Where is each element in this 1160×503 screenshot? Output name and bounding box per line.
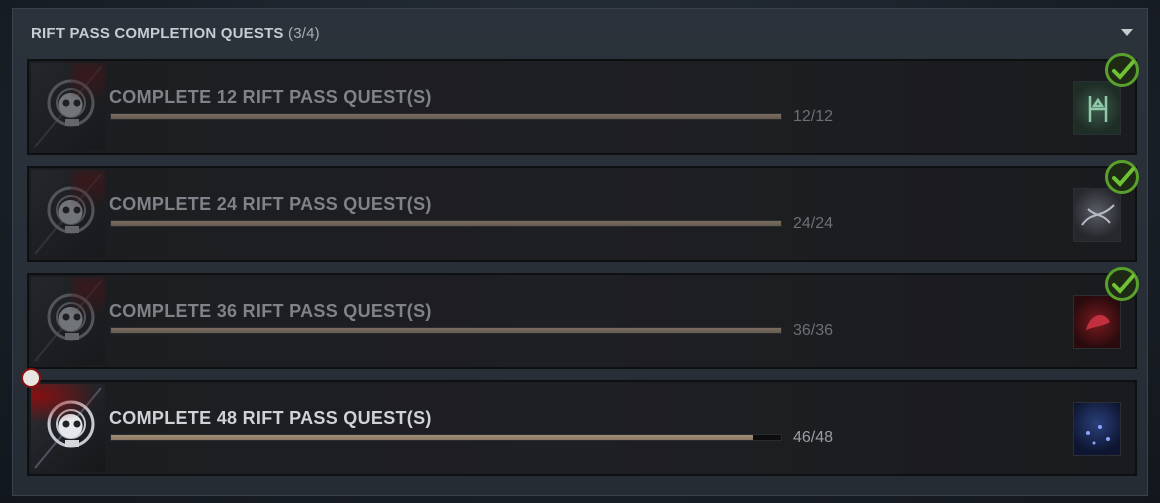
quest-title: COMPLETE 36 RIFT PASS QUEST(S) [109,301,432,321]
quest-progress-bar [110,434,782,441]
red-beast-reward-icon[interactable] [1073,295,1121,349]
section-title: RIFT PASS COMPLETION QUESTS [31,25,284,42]
rift-pass-quests-panel: RIFT PASS COMPLETION QUESTS (3/4) COMPLE… [12,8,1148,496]
quest-row: COMPLETE 24 RIFT PASS QUEST(S) 24/24 [27,160,1139,262]
quest-title: COMPLETE 12 RIFT PASS QUEST(S) [109,87,432,107]
section-header: RIFT PASS COMPLETION QUESTS (3/4) [31,25,320,47]
collapse-chevron-icon[interactable] [1121,29,1133,36]
completed-check-icon [1105,160,1139,194]
skull-emblem-icon [31,384,105,472]
quest-row: COMPLETE 48 RIFT PASS QUEST(S) 46/48 [21,368,1137,476]
skull-emblem-icon [31,277,105,365]
skull-emblem-icon [31,63,105,151]
quest-title: COMPLETE 24 RIFT PASS QUEST(S) [109,194,432,214]
completed-check-icon [1105,53,1139,87]
skull-emblem-icon [31,170,105,258]
quest-progress-text: 36/36 [793,322,834,339]
quest-progress-text: 46/48 [793,429,834,446]
completed-check-icon [1105,267,1139,301]
quest-progress-bar [110,113,782,120]
quest-progress-bar [110,327,782,334]
bone-spirit-reward-icon[interactable] [1073,188,1121,242]
quest-progress-bar [110,220,782,227]
section-count: (3/4) [288,25,320,42]
rune-glyph-reward-icon[interactable] [1073,81,1121,135]
quest-progress-text: 24/24 [793,215,834,232]
quest-row: COMPLETE 12 RIFT PASS QUEST(S) 12/12 [27,53,1139,155]
new-quest-badge-icon [21,368,41,388]
quest-title: COMPLETE 48 RIFT PASS QUEST(S) [109,408,432,428]
quest-progress-text: 12/12 [793,108,834,125]
quest-row: COMPLETE 36 RIFT PASS QUEST(S) 36/36 [27,267,1139,369]
blue-night-reward-icon[interactable] [1073,402,1121,456]
